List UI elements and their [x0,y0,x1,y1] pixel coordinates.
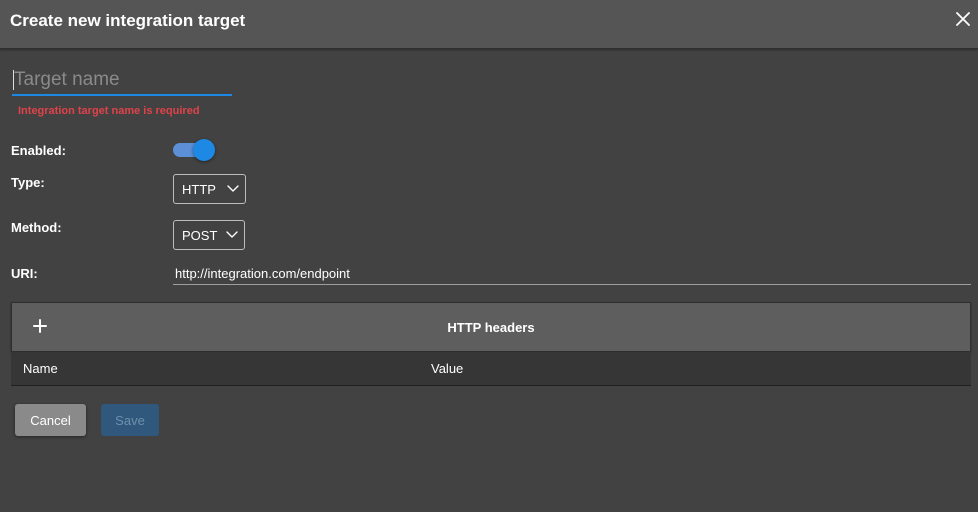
type-select-value: HTTP [182,182,216,197]
enabled-label: Enabled: [11,143,66,158]
method-select[interactable]: POST [173,220,245,250]
type-label: Type: [11,175,45,190]
create-integration-target-dialog: Create new integration target Integratio… [0,0,978,512]
save-button[interactable]: Save [101,404,159,436]
chevron-down-icon [226,231,238,238]
target-name-input[interactable] [12,68,230,92]
cancel-button[interactable]: Cancel [15,404,86,436]
headers-table-header: Name Value [11,352,971,386]
dialog-titlebar: Create new integration target [0,0,978,49]
http-headers-panel: HTTP headers [11,302,971,352]
target-name-field[interactable] [12,68,232,96]
chevron-down-icon [227,185,239,192]
column-header-value: Value [431,361,464,376]
enabled-toggle[interactable] [173,139,215,161]
http-headers-title: HTTP headers [447,320,535,335]
text-caret [13,70,14,90]
method-select-value: POST [182,228,218,243]
toggle-thumb [193,139,215,161]
uri-input[interactable] [173,264,965,282]
close-icon [956,12,970,26]
uri-field[interactable] [173,264,971,285]
target-name-error: Integration target name is required [18,105,200,117]
close-button[interactable] [956,12,970,26]
method-label: Method: [11,220,62,235]
type-select[interactable]: HTTP [173,174,246,204]
uri-label: URI: [11,266,38,281]
dialog-title: Create new integration target [10,11,246,30]
column-header-name: Name [23,361,58,376]
